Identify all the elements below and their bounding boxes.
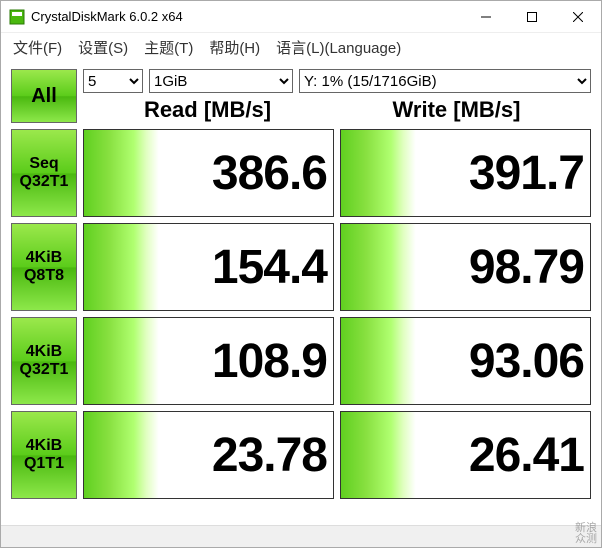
header-write: Write [MB/s] <box>332 97 581 123</box>
test-row: 4KiB Q1T1 23.78 26.41 <box>11 411 591 499</box>
menu-file[interactable]: 文件(F) <box>5 35 70 60</box>
statusbar <box>1 525 601 547</box>
menubar: 文件(F) 设置(S) 主题(T) 帮助(H) 语言(L)(Language) <box>1 33 601 61</box>
write-value: 93.06 <box>340 317 591 405</box>
test-count-select[interactable]: 5 <box>83 69 143 93</box>
test-size-select[interactable]: 1GiB <box>149 69 293 93</box>
app-window: CrystalDiskMark 6.0.2 x64 文件(F) 设置(S) 主题… <box>0 0 602 548</box>
test-button-seq-q32t1[interactable]: Seq Q32T1 <box>11 129 77 217</box>
close-button[interactable] <box>555 1 601 32</box>
maximize-button[interactable] <box>509 1 555 32</box>
read-value: 154.4 <box>83 223 334 311</box>
content: All 5 1GiB Y: 1% (15/1716GiB) Read [MB/s… <box>1 61 601 515</box>
test-button-4k-q1t1[interactable]: 4KiB Q1T1 <box>11 411 77 499</box>
app-icon <box>9 9 25 25</box>
menu-settings[interactable]: 设置(S) <box>70 35 136 60</box>
menu-help[interactable]: 帮助(H) <box>201 35 268 60</box>
test-button-4k-q32t1[interactable]: 4KiB Q32T1 <box>11 317 77 405</box>
titlebar: CrystalDiskMark 6.0.2 x64 <box>1 1 601 33</box>
results-grid: Seq Q32T1 386.6 391.7 4KiB Q8T8 154.4 98… <box>11 129 591 499</box>
read-value: 23.78 <box>83 411 334 499</box>
watermark: 新浪 众测 <box>575 523 597 545</box>
menu-theme[interactable]: 主题(T) <box>136 35 201 60</box>
minimize-button[interactable] <box>463 1 509 32</box>
test-row: Seq Q32T1 386.6 391.7 <box>11 129 591 217</box>
menu-language[interactable]: 语言(L)(Language) <box>268 35 409 60</box>
drive-select[interactable]: Y: 1% (15/1716GiB) <box>299 69 591 93</box>
read-value: 108.9 <box>83 317 334 405</box>
test-button-4k-q8t8[interactable]: 4KiB Q8T8 <box>11 223 77 311</box>
write-value: 26.41 <box>340 411 591 499</box>
window-title: CrystalDiskMark 6.0.2 x64 <box>31 9 463 24</box>
test-row: 4KiB Q8T8 154.4 98.79 <box>11 223 591 311</box>
read-value: 386.6 <box>83 129 334 217</box>
write-value: 98.79 <box>340 223 591 311</box>
run-all-button[interactable]: All <box>11 69 77 123</box>
write-value: 391.7 <box>340 129 591 217</box>
header-read: Read [MB/s] <box>83 97 332 123</box>
test-row: 4KiB Q32T1 108.9 93.06 <box>11 317 591 405</box>
